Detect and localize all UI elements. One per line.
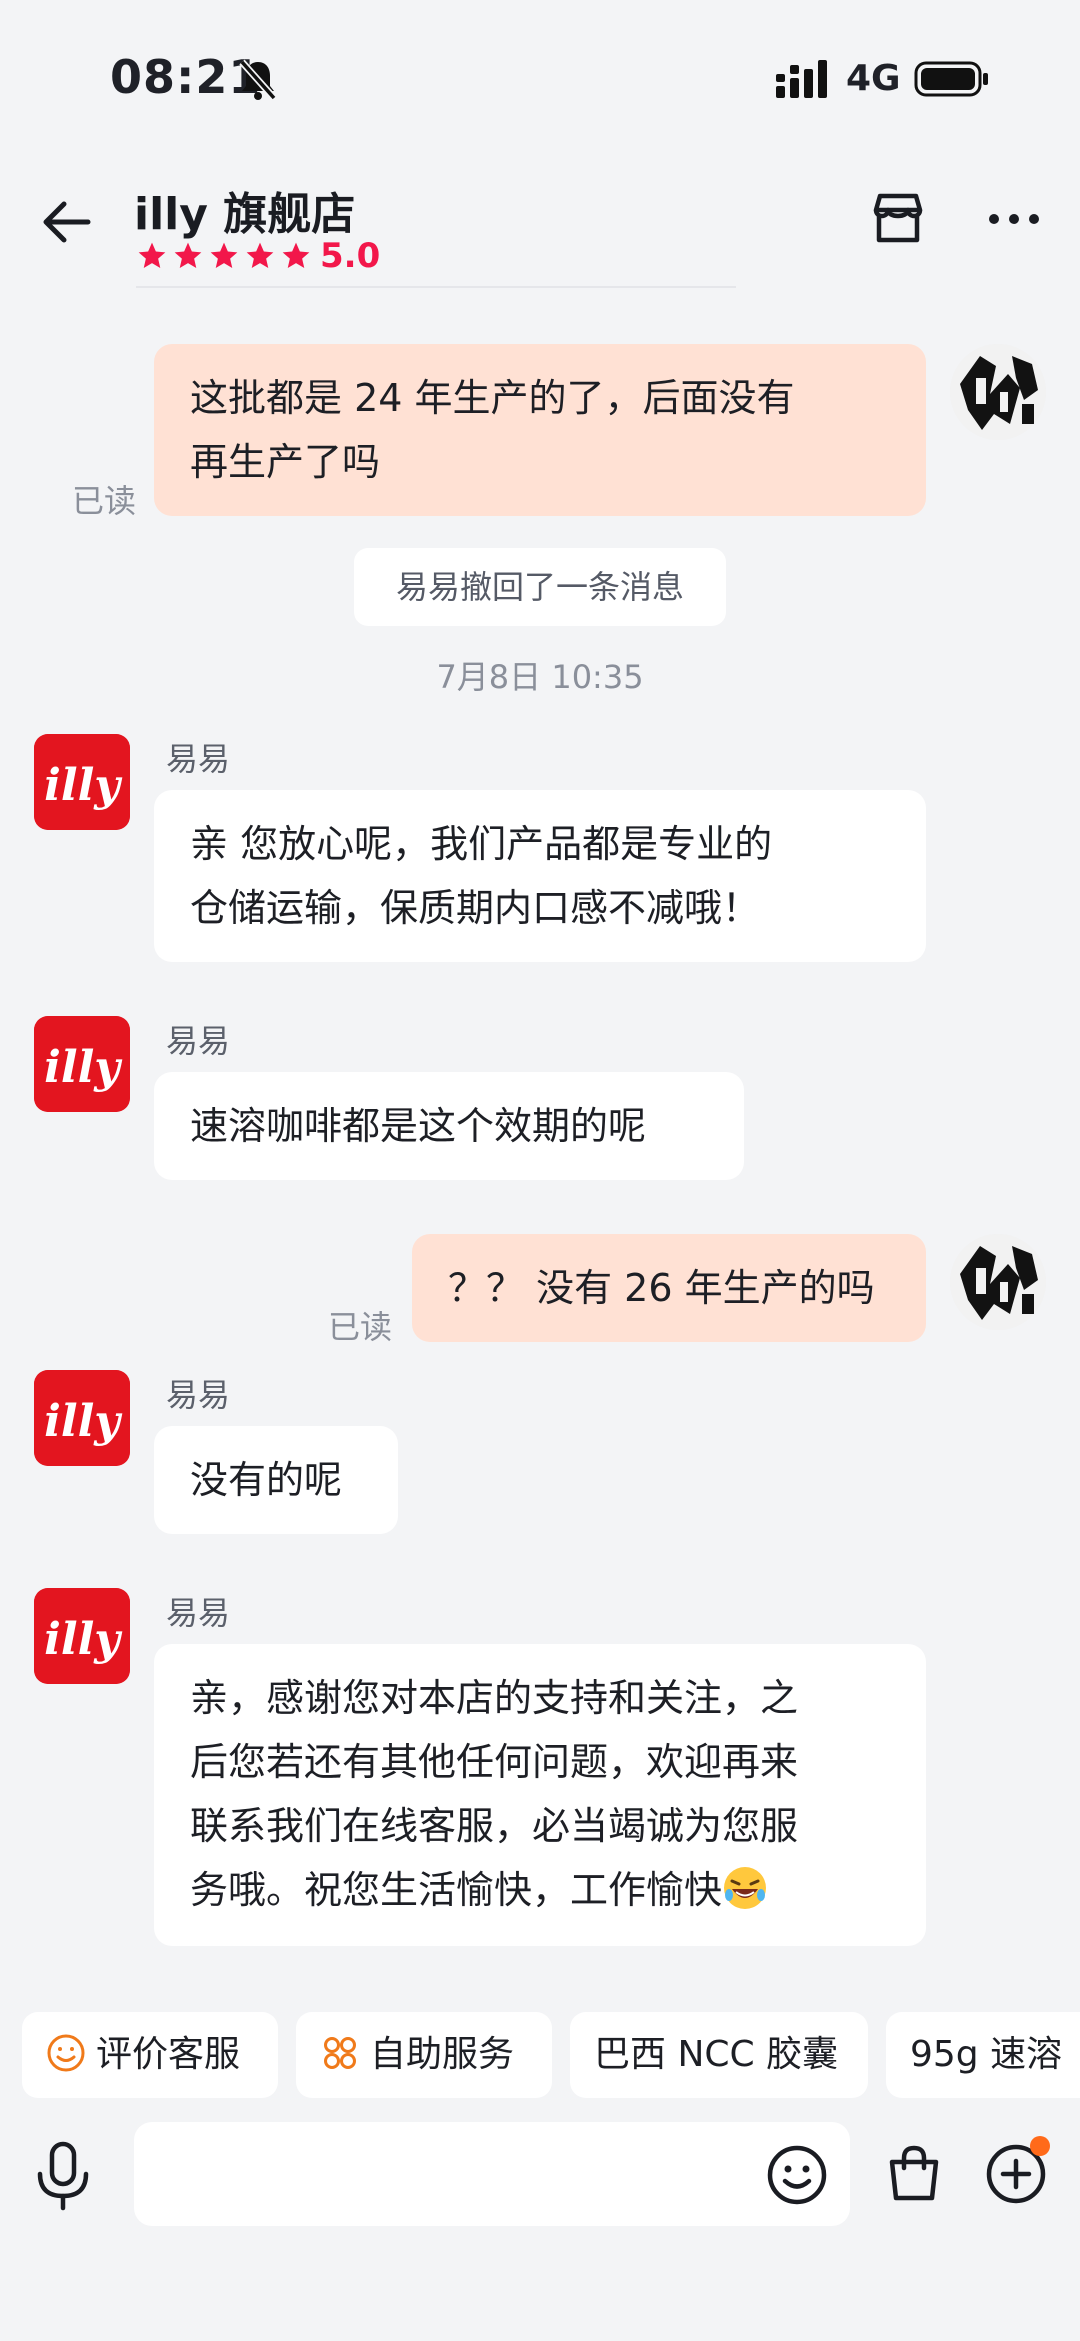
shop-avatar[interactable]: illy <box>34 1588 130 1684</box>
svg-text:illy: illy <box>44 1614 123 1665</box>
message-bubble[interactable]: ？？ 没有 26 年生产的吗 <box>412 1234 926 1342</box>
message-text: 再生产了吗 <box>190 440 381 484</box>
notification-dot <box>1030 2136 1050 2156</box>
star-icon <box>138 242 166 268</box>
message-bubble[interactable]: 没有的呢 <box>154 1426 398 1534</box>
status-bar: 08:21 4G <box>0 0 1080 160</box>
laughing-emoji-icon <box>724 1867 767 1909</box>
sender-name: 易易 <box>166 1594 231 1632</box>
user-avatar[interactable] <box>950 344 1046 440</box>
star-icon <box>210 242 238 268</box>
chip-brazil-ncc-capsule[interactable]: 巴西 NCC 胶囊 <box>570 2012 868 2098</box>
microphone-icon[interactable] <box>30 2140 96 2212</box>
read-receipt: 已读 <box>72 482 137 520</box>
message-text: 这批都是 24 年生产的了，后面没有 <box>190 376 795 420</box>
message-bubble[interactable]: 亲 您放心呢，我们产品都是专业的 仓储运输，保质期内口感不减哦！ <box>154 790 926 962</box>
network-label: 4G <box>846 58 901 99</box>
svg-text:illy: illy <box>44 1042 123 1093</box>
shop-rating: 5.0 <box>136 236 380 276</box>
quick-reply-bar: 评价客服 自助服务 巴西 NCC 胶囊 95g 速溶 <box>22 2012 1080 2098</box>
mute-bell-icon <box>239 59 277 101</box>
more-icon[interactable] <box>984 204 1044 234</box>
message-text: 联系我们在线客服，必当竭诚为您服 <box>190 1804 799 1848</box>
signal-icon <box>776 60 827 98</box>
message-input[interactable] <box>134 2122 850 2226</box>
star-icon <box>174 242 202 268</box>
chip-label: 巴西 NCC 胶囊 <box>594 2034 839 2075</box>
sender-name: 易易 <box>166 1376 231 1414</box>
message-bubble[interactable]: 亲，感谢您对本店的支持和关注，之 后您若还有其他任何问题，欢迎再来 联系我们在线… <box>154 1644 926 1946</box>
sender-name: 易易 <box>166 1022 231 1060</box>
back-arrow-icon[interactable] <box>36 190 100 254</box>
shop-name[interactable]: illy 旗舰店 <box>134 178 355 242</box>
recall-notice: 易易撤回了一条消息 <box>354 548 726 626</box>
svg-text:illy: illy <box>44 760 123 811</box>
message-text: 仓储运输，保质期内口感不减哦！ <box>190 886 761 930</box>
message-bubble[interactable]: 这批都是 24 年生产的了，后面没有 再生产了吗 <box>154 344 926 516</box>
chip-95g-instant[interactable]: 95g 速溶 <box>886 2012 1080 2098</box>
timestamp: 7月8日 10:35 <box>436 658 644 696</box>
message-text-last-line: 务哦。祝您生活愉快，工作愉快 <box>190 1858 890 1922</box>
sender-name: 易易 <box>166 740 231 778</box>
battery-icon <box>914 61 988 97</box>
svg-text:illy: illy <box>44 1396 123 1447</box>
rating-score: 5.0 <box>320 236 381 276</box>
emoji-icon[interactable] <box>766 2144 828 2206</box>
shop-avatar[interactable]: illy <box>34 734 130 830</box>
chip-label: 95g 速溶 <box>910 2034 1063 2075</box>
read-receipt: 已读 <box>328 1308 393 1346</box>
shop-avatar[interactable]: illy <box>34 1016 130 1112</box>
message-text: 速溶咖啡都是这个效期的呢 <box>190 1104 647 1148</box>
message-text: 亲 您放心呢，我们产品都是专业的 <box>190 822 773 866</box>
message-bubble[interactable]: 速溶咖啡都是这个效期的呢 <box>154 1072 744 1180</box>
message-text: 亲，感谢您对本店的支持和关注，之 <box>190 1676 799 1720</box>
shop-avatar[interactable]: illy <box>34 1370 130 1466</box>
chip-self-service[interactable]: 自助服务 <box>296 2012 552 2098</box>
smile-icon <box>47 2034 85 2072</box>
chat-screen: 08:21 4G illy 旗舰店 5.0 这批都是 24 年生产的了，后面没有… <box>0 0 1080 2341</box>
chip-label: 评价客服 <box>96 2034 241 2075</box>
message-text: ？？ 没有 26 年生产的吗 <box>448 1266 875 1310</box>
message-text: 后您若还有其他任何问题，欢迎再来 <box>190 1740 799 1784</box>
message-text: 没有的呢 <box>190 1458 343 1502</box>
shopping-bag-icon[interactable] <box>882 2142 946 2206</box>
rating-stars <box>136 240 312 272</box>
star-icon <box>246 242 274 268</box>
chat-header: illy 旗舰店 5.0 <box>0 160 1080 300</box>
grid-icon <box>324 2037 356 2069</box>
message-text: 务哦。祝您生活愉快，工作愉快 <box>190 1868 723 1912</box>
chip-label: 自助服务 <box>370 2034 515 2075</box>
user-avatar[interactable] <box>950 1234 1046 1330</box>
star-icon <box>282 242 310 268</box>
input-bar <box>0 2122 1080 2230</box>
header-divider <box>136 286 736 288</box>
store-icon[interactable] <box>868 188 928 248</box>
chip-rate-service[interactable]: 评价客服 <box>22 2012 278 2098</box>
